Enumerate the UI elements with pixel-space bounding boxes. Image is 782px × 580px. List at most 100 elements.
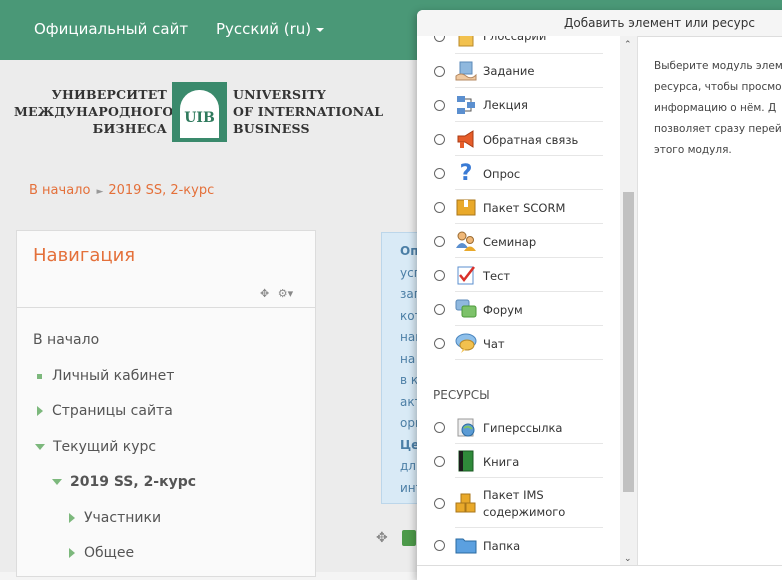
options-list: Глоссарий Задание Лекция Обратная связь [417,36,620,566]
option-workshop[interactable]: Семинар [417,224,620,258]
option-assignment[interactable]: Задание [417,54,620,88]
option-label: Пакет SCORM [483,201,566,215]
logo-emblem-text: UIB [184,110,215,126]
radio-button[interactable] [434,202,445,213]
radio-button[interactable] [434,36,445,42]
logo-en-line: BUSINESS [233,121,310,136]
option-label: Опрос [483,167,521,181]
option-label: Обратная связь [483,133,579,147]
option-choice[interactable]: ? Опрос [417,156,620,190]
add-activity-dialog: Добавить элемент или ресурс Глоссарий За… [417,10,782,580]
folder-icon [455,538,477,554]
option-url[interactable]: Гиперссылка [417,410,620,444]
nav-item-home[interactable]: В начало [33,332,99,348]
option-label: Папка [483,539,521,553]
nav-item-course[interactable]: 2019 SS, 2-курс [52,474,196,490]
scrollbar-thumb[interactable] [623,192,634,492]
option-forum[interactable]: Форум [417,292,620,326]
nav-item-general[interactable]: Общее [69,545,134,561]
scroll-up-icon[interactable]: ⌃ [624,40,632,50]
option-label: Семинар [483,235,537,249]
dialog-title: Добавить элемент или ресурс [564,16,755,30]
university-logo[interactable]: УНИВЕРСИТЕТ МЕЖДУНАРОДНОГО БИЗНЕСА UIB U… [14,82,384,142]
gear-icon[interactable]: ⚙▾ [278,287,293,300]
move-icon[interactable]: ✥ [260,287,269,300]
radio-button[interactable] [434,304,445,315]
nav-item-label: Текущий курс [53,439,157,455]
breadcrumb-home[interactable]: В начало [29,183,90,198]
option-folder[interactable]: Папка [417,528,620,562]
radio-button[interactable] [434,270,445,281]
expand-arrow-icon [69,548,75,558]
nav-item-participants[interactable]: Участники [69,510,161,526]
expand-arrow-icon [37,406,43,416]
option-ims-package[interactable]: Пакет IMS содержимого [417,478,620,528]
ims-package-icon [455,493,476,513]
option-label: Книга [483,455,520,469]
assignment-icon [455,61,477,81]
radio-button[interactable] [434,134,445,145]
option-glossary[interactable]: Глоссарий [417,36,620,54]
radio-button[interactable] [434,498,445,509]
radio-button[interactable] [434,338,445,349]
option-scorm[interactable]: Пакет SCORM [417,190,620,224]
logo-text-en: UNIVERSITY OF INTERNATIONAL BUSINESS [233,86,383,137]
breadcrumb-separator-icon: ► [96,187,104,197]
option-lesson[interactable]: Лекция [417,88,620,122]
logo-ru-line: МЕЖДУНАРОДНОГО [14,104,174,119]
glossary-icon [458,36,474,47]
dialog-header: Добавить элемент или ресурс [417,10,782,37]
option-feedback[interactable]: Обратная связь [417,122,620,156]
logo-ru-line: УНИВЕРСИТЕТ [51,87,167,102]
edit-icon[interactable] [402,530,416,546]
radio-button[interactable] [434,422,445,433]
scorm-icon [456,199,476,216]
lesson-icon [457,96,475,114]
option-chat[interactable]: Чат [417,326,620,360]
help-pane: Выберите модуль элем ресурса, чтобы прос… [637,36,782,566]
options-scrollbar[interactable]: ⌃ ⌄ [620,36,637,566]
url-icon [457,418,475,437]
nav-item-site-pages[interactable]: Страницы сайта [37,403,173,419]
radio-button[interactable] [434,100,445,111]
radio-button[interactable] [434,66,445,77]
help-line: Выберите модуль элем [654,60,782,72]
option-label: Форум [483,303,523,317]
language-menu[interactable]: Русский (ru) [216,20,325,38]
radio-button[interactable] [434,456,445,467]
navigation-title: Навигация [33,245,136,266]
logo-ru-line: БИЗНЕСА [92,121,167,136]
radio-button[interactable] [434,540,445,551]
option-label: Чат [483,337,505,351]
navigation-block: Навигация ✥ ⚙▾ В начало Личный кабинет С… [16,230,316,577]
resources-heading: РЕСУРСЫ [433,388,490,402]
option-divider [455,359,603,360]
radio-button[interactable] [434,168,445,179]
breadcrumb: В начало ► 2019 SS, 2-курс [29,183,214,198]
nav-item-current-course[interactable]: Текущий курс [35,439,156,455]
expand-arrow-icon [69,513,75,523]
help-line: ресурса, чтобы просмо [654,81,782,93]
move-icon[interactable]: ✥ [376,530,388,546]
radio-button[interactable] [434,236,445,247]
nav-item-label: Участники [84,510,162,526]
collapse-arrow-icon [52,479,62,485]
official-site-link[interactable]: Официальный сайт [34,20,188,38]
scroll-down-icon[interactable]: ⌄ [624,554,632,564]
feedback-icon [457,130,474,148]
choice-icon: ? [460,161,473,183]
workshop-icon [456,231,476,251]
option-label: Пакет IMS содержимого [483,488,566,519]
option-book[interactable]: Книга [417,444,620,478]
option-label: Гиперссылка [483,421,563,435]
help-text: Выберите модуль элем ресурса, чтобы прос… [654,56,782,161]
option-quiz[interactable]: Тест [417,258,620,292]
help-line: позволяет сразу перейт [654,123,782,135]
book-icon [458,450,474,472]
forum-icon [455,299,477,318]
nav-item-label: В начало [33,332,100,348]
help-line: этого модуля. [654,144,732,156]
help-line: информацию о нём. Д [654,102,777,114]
nav-item-dashboard[interactable]: Личный кабинет [37,368,174,384]
breadcrumb-course[interactable]: 2019 SS, 2-курс [108,183,214,198]
